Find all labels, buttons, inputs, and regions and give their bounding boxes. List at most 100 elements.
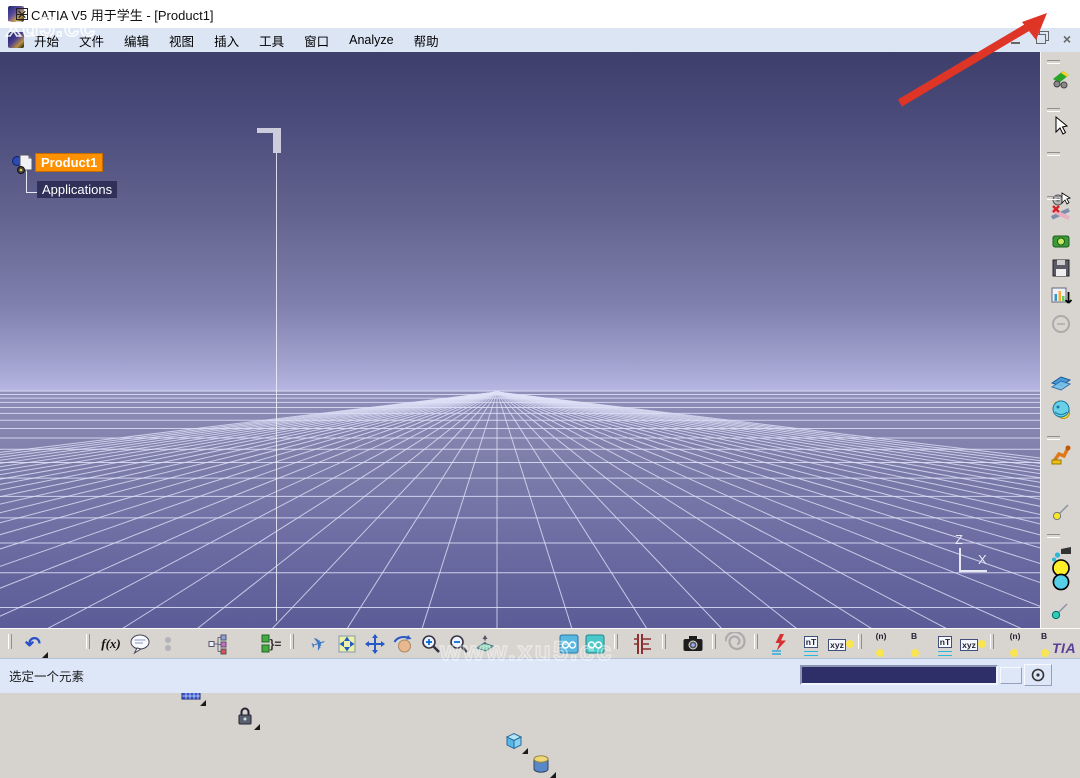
comment-button[interactable] (128, 632, 154, 656)
rule-check-button[interactable]: }= (258, 632, 284, 656)
toolbar-grip[interactable] (712, 634, 716, 649)
select-cursor-icon[interactable] (1049, 114, 1073, 138)
toolbar-grip[interactable] (754, 634, 758, 649)
toolbar-grip[interactable] (1047, 534, 1060, 538)
close-button[interactable]: × (0, 0, 44, 28)
robot-arm-icon[interactable] (1049, 442, 1073, 466)
undo-button[interactable]: ↶ (20, 632, 46, 656)
yellow-point-icon[interactable] (1049, 500, 1073, 524)
measure-mass-button[interactable]: B (902, 632, 928, 656)
red-lightning-icon (769, 632, 793, 656)
knowledge-tools-icon[interactable] (1049, 202, 1073, 226)
measure-thickness-button[interactable] (768, 632, 794, 656)
specification-tree-button[interactable] (630, 632, 656, 656)
menu-window[interactable]: 窗口 (294, 28, 339, 53)
menu-start[interactable]: 开始 (24, 28, 69, 53)
menu-analyze[interactable]: Analyze (339, 30, 403, 50)
tree-node-applications[interactable]: Applications (37, 181, 117, 198)
menu-help[interactable]: 帮助 (404, 28, 449, 53)
toolbar-grip[interactable] (858, 634, 862, 649)
menu-bar: 开始 文件 编辑 视图 插入 工具 窗口 Analyze 帮助 × (0, 28, 1080, 53)
formula-button[interactable]: f(x) (98, 632, 124, 656)
toolbar-grip[interactable] (1047, 60, 1060, 64)
close-icon: × (17, 6, 27, 23)
camera-icon (681, 632, 705, 656)
yellow-dot-icon (1041, 649, 1049, 657)
measure-item-alt-button[interactable]: xyz (960, 632, 986, 656)
swap-visible-space-button[interactable] (582, 632, 608, 656)
tree-node-product1[interactable]: Product1 (35, 153, 103, 172)
cyan-circle-icon[interactable] (1049, 570, 1073, 594)
rotate-button[interactable] (390, 632, 416, 656)
mdi-restore-button[interactable] (1032, 31, 1050, 47)
measure-between-alt-button[interactable]: nT (932, 632, 958, 656)
isometric-view-button[interactable] (500, 728, 526, 752)
menu-file[interactable]: 文件 (69, 28, 114, 53)
normal-view-button[interactable] (472, 632, 498, 656)
n-label: (n) (1010, 631, 1021, 641)
blue-sphere-icon[interactable] (1049, 397, 1073, 421)
status-small-button[interactable] (1000, 667, 1022, 684)
measure-between-button[interactable]: nT (798, 632, 824, 656)
structure-tree-icon (631, 632, 655, 656)
pan-button[interactable] (362, 632, 388, 656)
paint-tools-icon[interactable] (1049, 67, 1073, 91)
measure-item-button[interactable]: xyz (828, 632, 854, 656)
zoom-in-button[interactable] (418, 632, 444, 656)
nt-box-label: nT (938, 636, 952, 648)
constraints-disabled-button (155, 632, 181, 656)
yellow-dot-icon (911, 649, 919, 657)
zoom-out-icon (447, 632, 471, 656)
cylinder-icon (529, 752, 553, 776)
axis-z-line (959, 548, 961, 570)
catalog-browser-icon[interactable] (1049, 228, 1073, 252)
undo-icon: ↶ (25, 635, 41, 654)
mdi-close-button[interactable]: × (1058, 31, 1076, 47)
toolbar-grip[interactable] (290, 634, 294, 649)
toolbar-grip[interactable] (1047, 108, 1060, 112)
toolbar-grip[interactable] (86, 634, 90, 649)
toolbar-grip[interactable] (990, 634, 994, 649)
mdi-minimize-icon (1011, 42, 1020, 44)
toolbar-grip[interactable] (1047, 196, 1060, 200)
spray-tool-icon[interactable] (1049, 542, 1073, 566)
toolbar-grip[interactable] (1047, 436, 1060, 440)
statistics-chart-icon[interactable] (1049, 284, 1073, 308)
menu-insert[interactable]: 插入 (204, 28, 249, 53)
toolbar-grip[interactable] (8, 634, 12, 649)
zoom-out-button[interactable] (446, 632, 472, 656)
toolbar-grip[interactable] (662, 634, 666, 649)
menu-tools[interactable]: 工具 (249, 28, 294, 53)
b-label: B (1041, 631, 1047, 641)
document-icon (8, 32, 24, 48)
save-disk-icon[interactable] (1049, 256, 1073, 280)
tree-boundary-line (276, 153, 277, 621)
camera-capture-button[interactable] (680, 632, 706, 656)
fly-mode-button[interactable]: ✈ (306, 632, 332, 656)
relations-button[interactable] (205, 632, 231, 656)
menu-view[interactable]: 视图 (159, 28, 204, 53)
measure-inertia-button[interactable]: (n) (868, 632, 894, 656)
spiral-icon (725, 632, 749, 656)
power-input-field[interactable] (800, 665, 998, 685)
window-title: CATIA V5 用于学生 - [Product1] (31, 5, 214, 24)
blue-plane-icon[interactable] (1049, 370, 1073, 394)
product-node-icon[interactable] (12, 152, 36, 174)
cube-icon (501, 728, 525, 752)
render-style-button[interactable] (528, 752, 554, 776)
xyz-box-label: xyz (828, 639, 846, 651)
hide-show-button[interactable] (556, 632, 582, 656)
lock-button[interactable] (232, 704, 258, 728)
status-compass-button[interactable] (1024, 664, 1052, 686)
toolbar-grip[interactable] (614, 634, 618, 649)
disabled-badge-icon (1049, 312, 1073, 336)
teal-point-icon[interactable] (1049, 598, 1073, 622)
measure-inertia-2-button[interactable]: (n) (1002, 632, 1028, 656)
formula-icon: f(x) (101, 636, 121, 652)
viewport-3d[interactable]: Product1 Applications Z X (0, 52, 1040, 628)
axis-z-label: Z (955, 532, 963, 547)
menu-edit[interactable]: 编辑 (114, 28, 159, 53)
fit-all-in-button[interactable] (334, 632, 360, 656)
mdi-minimize-button[interactable] (1006, 31, 1024, 47)
toolbar-grip[interactable] (1047, 152, 1060, 156)
